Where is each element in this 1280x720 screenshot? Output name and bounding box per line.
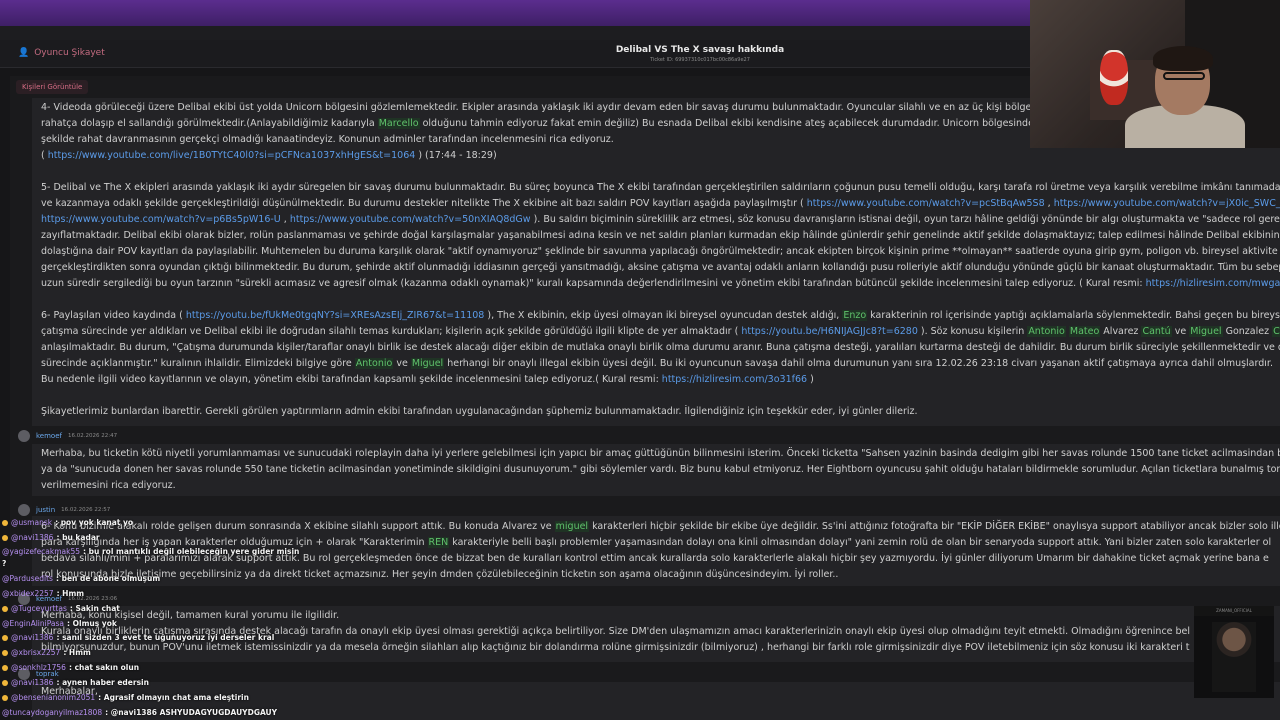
breadcrumb[interactable]: 👤 Oyuncu Şikayet (18, 48, 105, 58)
character-mention[interactable]: Antonio (354, 358, 394, 369)
video-link[interactable]: https://youtu.be/fUkMe0tgqNY?si=XREsAzsE… (186, 310, 485, 321)
post-line: ve kazanmaya odaklı şekilde gerçekleştir… (41, 198, 1280, 209)
avatar (18, 430, 30, 442)
video-link[interactable]: https://youtu.be/H6NIJAGJJc8?t=6280 (741, 326, 918, 337)
post-line: dolaştığına dair POV kayıtları da paylaş… (41, 246, 1278, 257)
chat-message: @navi1386: bu kadar (2, 533, 100, 542)
badge-icon (2, 679, 8, 686)
person-figure (1212, 622, 1256, 692)
character-mention[interactable]: Marcello (377, 118, 420, 129)
page-title: Delibal VS The X savaşı hakkında (615, 45, 785, 55)
character-mention[interactable]: REN (427, 537, 450, 548)
post-line: anlaşılmaktadır. Bu durum, "Çatışma duru… (41, 342, 1280, 353)
chat-message: @usmansk: pov yok kanat yo (2, 518, 133, 527)
view-people-button[interactable]: Kişileri Görüntüle (16, 80, 89, 94)
breadcrumb-label: Oyuncu Şikayet (34, 48, 105, 58)
character-mention[interactable]: Miguel (1189, 326, 1223, 337)
santa-figure (1100, 50, 1128, 105)
reply-line: ya da "sunucuda donen her savas rolunde … (41, 464, 1280, 475)
cam-banner: ZAMANI_OFFICIAL (1194, 606, 1274, 616)
ticket-header: 👤 Oyuncu Şikayet Delibal VS The X savaşı… (0, 40, 1030, 68)
badge-icon (2, 634, 8, 641)
secondary-cam-overlay: ZAMANI_OFFICIAL (1194, 606, 1274, 698)
post-line: Şikayetlerimiz bunlardan ibarettir. Gere… (41, 406, 918, 417)
ticket-id: Ticket ID: 69937310c017bc00c86a9e27 (650, 57, 750, 63)
glasses-icon (1163, 72, 1205, 80)
post-line: sürecinde açıklanmıştır." kuralının ihla… (41, 358, 1273, 369)
timestamp: 16.02.2026 22:47 (67, 433, 118, 439)
author-name[interactable]: kemoef (36, 432, 62, 440)
badge-icon (2, 694, 8, 701)
chat-message: @Pardusedits: ben de abone olmuşum (2, 574, 161, 583)
users-icon: 👤 (18, 48, 30, 58)
image-link[interactable]: https://hizliresim.com/3o31f66 (662, 374, 807, 385)
post-line: https://www.youtube.com/watch?v=p6Bs5pW1… (41, 214, 1280, 225)
chat-message: @tuncaydoganyilmaz1808: @navi1386 ASHYUD… (2, 708, 278, 717)
character-mention[interactable]: miguel (554, 521, 590, 532)
post-line: 6- Paylaşılan video kaydında ( https://y… (41, 310, 1280, 321)
chat-message: @yagizefecakmak55: bu rol mantıklı değil… (2, 547, 300, 556)
stream-chat-overlay: @usmansk: pov yok kanat yo @navi1386: bu… (0, 506, 330, 720)
image-link[interactable]: https://hizliresim.com/mwgaw (1146, 278, 1280, 289)
chat-message: @sonkhlz1756: chat sakın olun (2, 663, 139, 672)
post-line: rahatça dolaşıp el sallandığı görülmekte… (41, 118, 1034, 129)
badge-icon (2, 649, 8, 656)
chat-message: @xbrisx2257: Hmm (2, 648, 91, 657)
character-mention[interactable]: Cantú (1141, 326, 1172, 337)
post-line: Bu nedenle ilgili video kayıtlarının ve … (41, 374, 814, 385)
chat-message: @Tugceyurttas: Sakin chat (2, 604, 120, 613)
video-link[interactable]: https://www.youtube.com/watch?v=p6Bs5pW1… (41, 214, 281, 225)
video-link[interactable]: https://www.youtube.com/watch?v=jX0ic_SW… (1054, 198, 1280, 209)
badge-icon (2, 534, 8, 541)
chat-message: @navi1386: aynen haber edersin (2, 678, 149, 687)
video-link[interactable]: https://www.youtube.com/watch?v=50nXIAQ8… (290, 214, 531, 225)
post-line: 4- Videoda görüleceği üzere Delibal ekib… (41, 102, 1044, 113)
reply-author: kemoef 16.02.2026 22:47 (18, 430, 117, 442)
character-mention[interactable]: Antonio (1027, 326, 1066, 337)
post-line: uzun süredir sergilediği bu oyun tarzını… (41, 278, 1280, 289)
character-mention[interactable]: Enzo (842, 310, 868, 321)
chat-message: @bensenianonim2051: Agrasif olmayın chat… (2, 693, 249, 702)
badge-icon (2, 605, 8, 612)
chat-message: @xbidex2257: Hmm (2, 589, 85, 598)
video-link[interactable]: https://www.youtube.com/watch?v=pcStBqAw… (807, 198, 1045, 209)
webcam-overlay (1030, 0, 1280, 148)
character-mention[interactable]: C (1272, 326, 1280, 337)
character-mention[interactable]: Mateo (1068, 326, 1101, 337)
chat-message: @EnginAliniPasa: Olmuş yok (2, 619, 117, 628)
chat-message: @navi1386: sanıl sizden 3 evet te uğunuy… (2, 633, 274, 642)
badge-icon (2, 519, 8, 526)
post-line: zayıflatmaktadır. Delibal ekibi olarak b… (41, 230, 1280, 241)
chat-message: ? (2, 559, 7, 568)
streamer-hair (1153, 46, 1213, 71)
badge-icon (2, 664, 8, 671)
post-line: ( https://www.youtube.com/live/1B0TYtC40… (41, 150, 497, 161)
post-line: 5- Delibal ve The X ekipleri arasında ya… (41, 182, 1280, 193)
post-line: gerçekleştirdikten sonra oyundan çıktığı… (41, 262, 1280, 273)
reply-line: Merhaba, bu ticketin kötü niyetli yoruml… (41, 448, 1280, 459)
video-link[interactable]: https://www.youtube.com/live/1B0TYtC40l0… (48, 150, 416, 161)
post-line: çatışma sürecinde yer aldıkları ve Delib… (41, 326, 1280, 337)
character-mention[interactable]: Miguel (410, 358, 445, 369)
reply-line: verilmemesini rica ediyoruz. (41, 480, 176, 491)
post-line: şekilde rahat davranmasının gerçekçi olm… (41, 134, 614, 145)
